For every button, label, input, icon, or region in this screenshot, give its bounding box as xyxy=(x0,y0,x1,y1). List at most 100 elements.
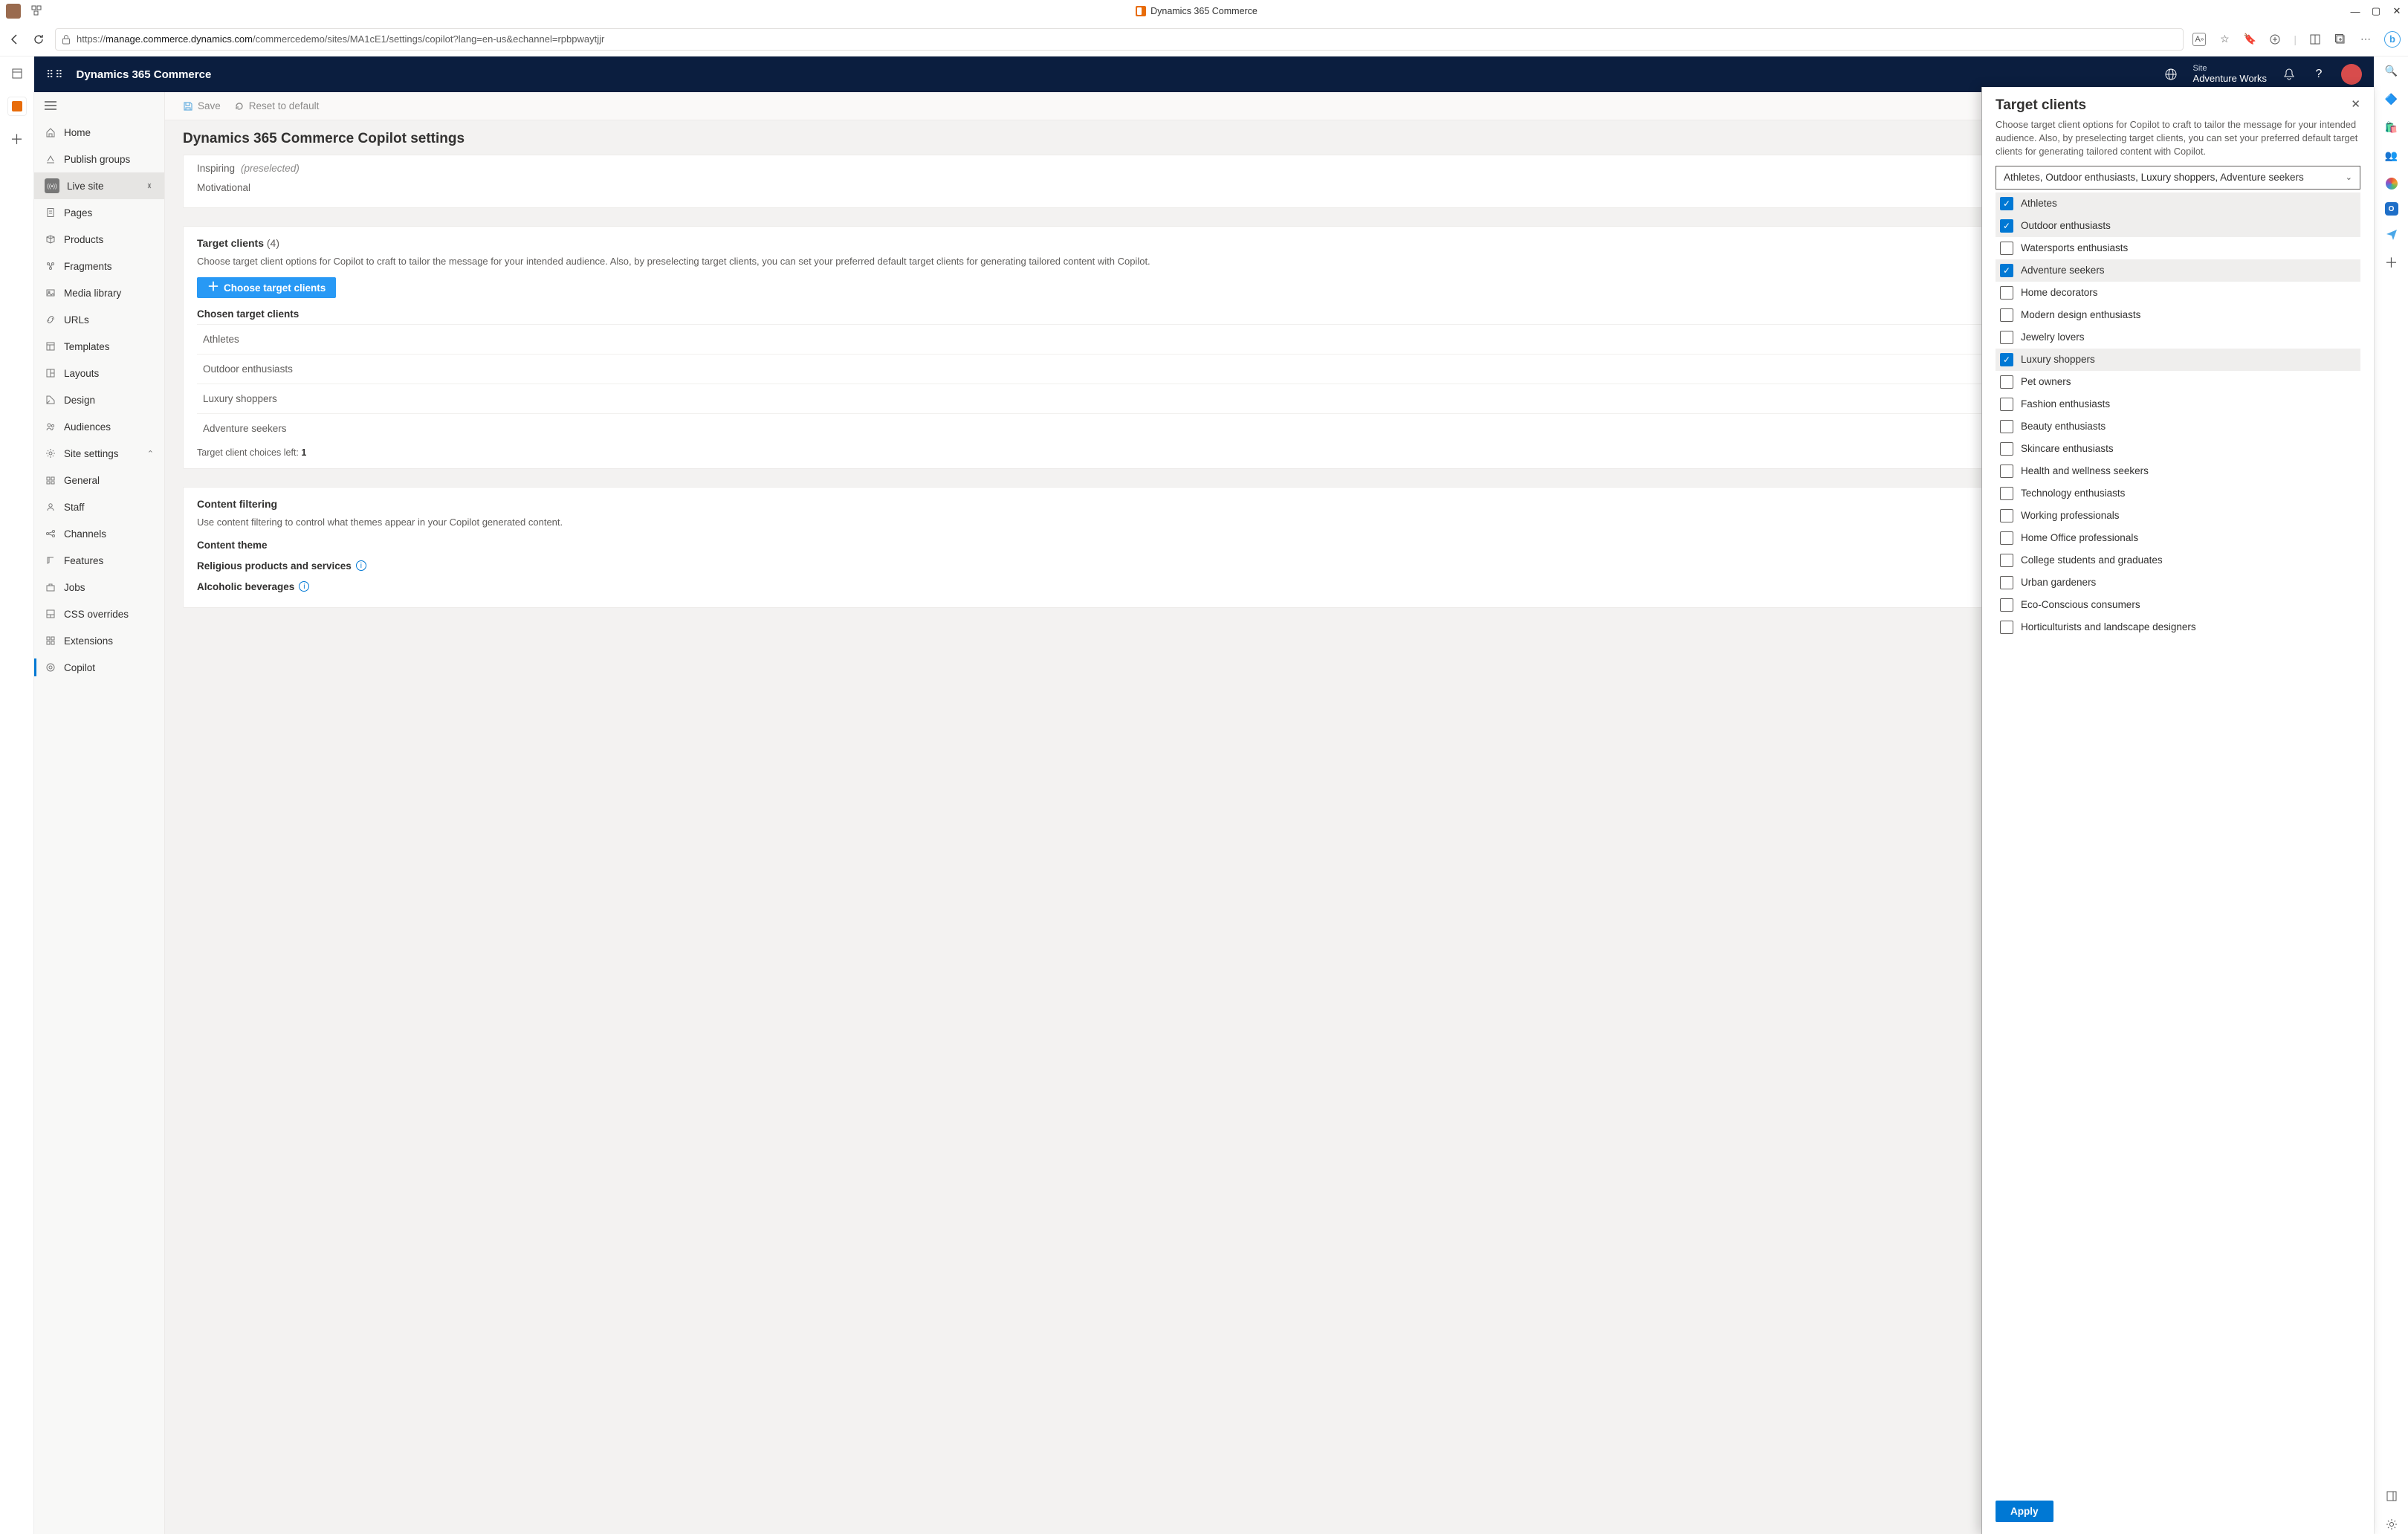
read-aloud-icon[interactable]: A» xyxy=(2192,33,2206,46)
option-home-decorators[interactable]: Home decorators xyxy=(1996,282,2360,304)
tab-commerce-icon[interactable] xyxy=(7,97,27,116)
checkbox[interactable] xyxy=(2000,487,2013,500)
sidebar-item-copilot[interactable]: Copilot xyxy=(34,654,164,681)
checkbox[interactable]: ✓ xyxy=(2000,264,2013,277)
outlook-icon[interactable]: O xyxy=(2385,202,2398,216)
globe-icon[interactable] xyxy=(2163,67,2178,82)
sidebar-item-urls[interactable]: URLs xyxy=(34,306,164,333)
sidebar-item-pages[interactable]: Pages xyxy=(34,199,164,226)
office-icon[interactable] xyxy=(2382,174,2401,193)
checkbox[interactable] xyxy=(2000,531,2013,545)
checkbox[interactable] xyxy=(2000,509,2013,522)
sidebar-item-design[interactable]: Design xyxy=(34,386,164,413)
checkbox[interactable] xyxy=(2000,420,2013,433)
sidebar-item-staff[interactable]: Staff xyxy=(34,493,164,520)
sidebar-item-publish-groups[interactable]: Publish groups xyxy=(34,146,164,172)
checkbox[interactable] xyxy=(2000,598,2013,612)
notifications-icon[interactable] xyxy=(2282,67,2297,82)
option-technology-enthusiasts[interactable]: Technology enthusiasts xyxy=(1996,482,2360,505)
checkbox[interactable] xyxy=(2000,398,2013,411)
sidebar-item-features[interactable]: Features xyxy=(34,547,164,574)
add-sidebar-icon[interactable]: ＋ xyxy=(2382,253,2401,272)
checkbox[interactable] xyxy=(2000,286,2013,300)
workspaces-icon[interactable] xyxy=(31,5,43,17)
maximize-button[interactable]: ▢ xyxy=(2371,5,2381,17)
option-urban-gardeners[interactable]: Urban gardeners xyxy=(1996,572,2360,594)
option-jewelry-lovers[interactable]: Jewelry lovers xyxy=(1996,326,2360,349)
checkbox[interactable] xyxy=(2000,442,2013,456)
close-button[interactable]: ✕ xyxy=(2392,5,2402,17)
option-fashion-enthusiasts[interactable]: Fashion enthusiasts xyxy=(1996,393,2360,415)
flyout-close-button[interactable]: ✕ xyxy=(2351,97,2360,111)
sidebar-item-fragments[interactable]: Fragments xyxy=(34,253,164,279)
option-adventure-seekers[interactable]: ✓Adventure seekers xyxy=(1996,259,2360,282)
extensions-icon[interactable] xyxy=(2268,33,2282,46)
option-home-office-professionals[interactable]: Home Office professionals xyxy=(1996,527,2360,549)
sidebar-item-products[interactable]: Products xyxy=(34,226,164,253)
option-modern-design-enthusiasts[interactable]: Modern design enthusiasts xyxy=(1996,304,2360,326)
address-bar[interactable]: https://manage.commerce.dynamics.com/com… xyxy=(55,28,2184,51)
sidebar-item-templates[interactable]: Templates xyxy=(34,333,164,360)
shopping-tag-icon[interactable]: 🔷 xyxy=(2382,89,2401,109)
sidebar-item-site-settings[interactable]: Site settings⌃ xyxy=(34,440,164,467)
app-launcher-icon[interactable]: ⠿⠿ xyxy=(46,72,65,77)
sidebar-item-css-overrides[interactable]: CSS overrides xyxy=(34,601,164,627)
option-college-students-and-graduates[interactable]: College students and graduates xyxy=(1996,549,2360,572)
new-tab-icon[interactable]: ＋ xyxy=(7,129,27,149)
option-athletes[interactable]: ✓Athletes xyxy=(1996,192,2360,215)
search-icon[interactable]: 🔍 xyxy=(2382,61,2401,80)
back-button[interactable] xyxy=(7,32,22,47)
checkbox[interactable] xyxy=(2000,576,2013,589)
save-button[interactable]: Save xyxy=(183,100,221,111)
refresh-button[interactable] xyxy=(31,32,46,47)
option-luxury-shoppers[interactable]: ✓Luxury shoppers xyxy=(1996,349,2360,371)
send-icon[interactable] xyxy=(2382,224,2401,244)
more-icon[interactable]: ⋯ xyxy=(2359,33,2372,46)
sidebar-item-home[interactable]: Home xyxy=(34,119,164,146)
collections-icon[interactable] xyxy=(2334,33,2347,46)
option-health-and-wellness-seekers[interactable]: Health and wellness seekers xyxy=(1996,460,2360,482)
minimize-button[interactable]: — xyxy=(2350,6,2360,17)
checkbox[interactable] xyxy=(2000,242,2013,255)
sidebar-item-extensions[interactable]: Extensions xyxy=(34,627,164,654)
option-working-professionals[interactable]: Working professionals xyxy=(1996,505,2360,527)
option-outdoor-enthusiasts[interactable]: ✓Outdoor enthusiasts xyxy=(1996,215,2360,237)
sidebar-item-channels[interactable]: Channels xyxy=(34,520,164,547)
option-pet-owners[interactable]: Pet owners xyxy=(1996,371,2360,393)
target-clients-combobox[interactable]: Athletes, Outdoor enthusiasts, Luxury sh… xyxy=(1996,166,2360,190)
sidebar-item-jobs[interactable]: Jobs xyxy=(34,574,164,601)
sidebar-item-audiences[interactable]: Audiences xyxy=(34,413,164,440)
people-icon[interactable]: 👥 xyxy=(2382,146,2401,165)
apply-button[interactable]: Apply xyxy=(1996,1501,2053,1522)
checkbox[interactable]: ✓ xyxy=(2000,353,2013,366)
user-avatar[interactable] xyxy=(2341,64,2362,85)
sidebar-item-media-library[interactable]: Media library xyxy=(34,279,164,306)
tab-actions-icon[interactable] xyxy=(7,64,27,83)
checkbox[interactable] xyxy=(2000,621,2013,634)
option-horticulturists-and-landscape-designers[interactable]: Horticulturists and landscape designers xyxy=(1996,616,2360,638)
sidebar-collapse-icon[interactable] xyxy=(34,92,164,119)
checkbox[interactable]: ✓ xyxy=(2000,219,2013,233)
option-beauty-enthusiasts[interactable]: Beauty enthusiasts xyxy=(1996,415,2360,438)
option-eco-conscious-consumers[interactable]: Eco-Conscious consumers xyxy=(1996,594,2360,616)
checkbox[interactable] xyxy=(2000,465,2013,478)
bing-icon[interactable]: b xyxy=(2384,31,2401,48)
profile-avatar[interactable] xyxy=(6,4,21,19)
checkbox[interactable] xyxy=(2000,375,2013,389)
checkbox[interactable]: ✓ xyxy=(2000,197,2013,210)
sidebar-item-live-site[interactable]: ((•))Live site xyxy=(34,172,164,199)
favorite-icon[interactable]: ☆ xyxy=(2218,33,2231,46)
site-picker[interactable]: Site Adventure Works xyxy=(2193,64,2267,85)
option-watersports-enthusiasts[interactable]: Watersports enthusiasts xyxy=(1996,237,2360,259)
sidebar-item-general[interactable]: General xyxy=(34,467,164,493)
sidebar-toggle-icon[interactable] xyxy=(2382,1486,2401,1506)
shopping-icon[interactable]: 🔖 xyxy=(2243,33,2256,46)
info-icon[interactable]: i xyxy=(356,560,366,571)
briefcase-icon[interactable]: 🛍️ xyxy=(2382,117,2401,137)
reset-button[interactable]: Reset to default xyxy=(234,100,320,111)
sidebar-item-layouts[interactable]: Layouts xyxy=(34,360,164,386)
info-icon[interactable]: i xyxy=(299,581,309,592)
split-icon[interactable] xyxy=(2308,33,2322,46)
help-icon[interactable]: ? xyxy=(2311,67,2326,82)
checkbox[interactable] xyxy=(2000,308,2013,322)
